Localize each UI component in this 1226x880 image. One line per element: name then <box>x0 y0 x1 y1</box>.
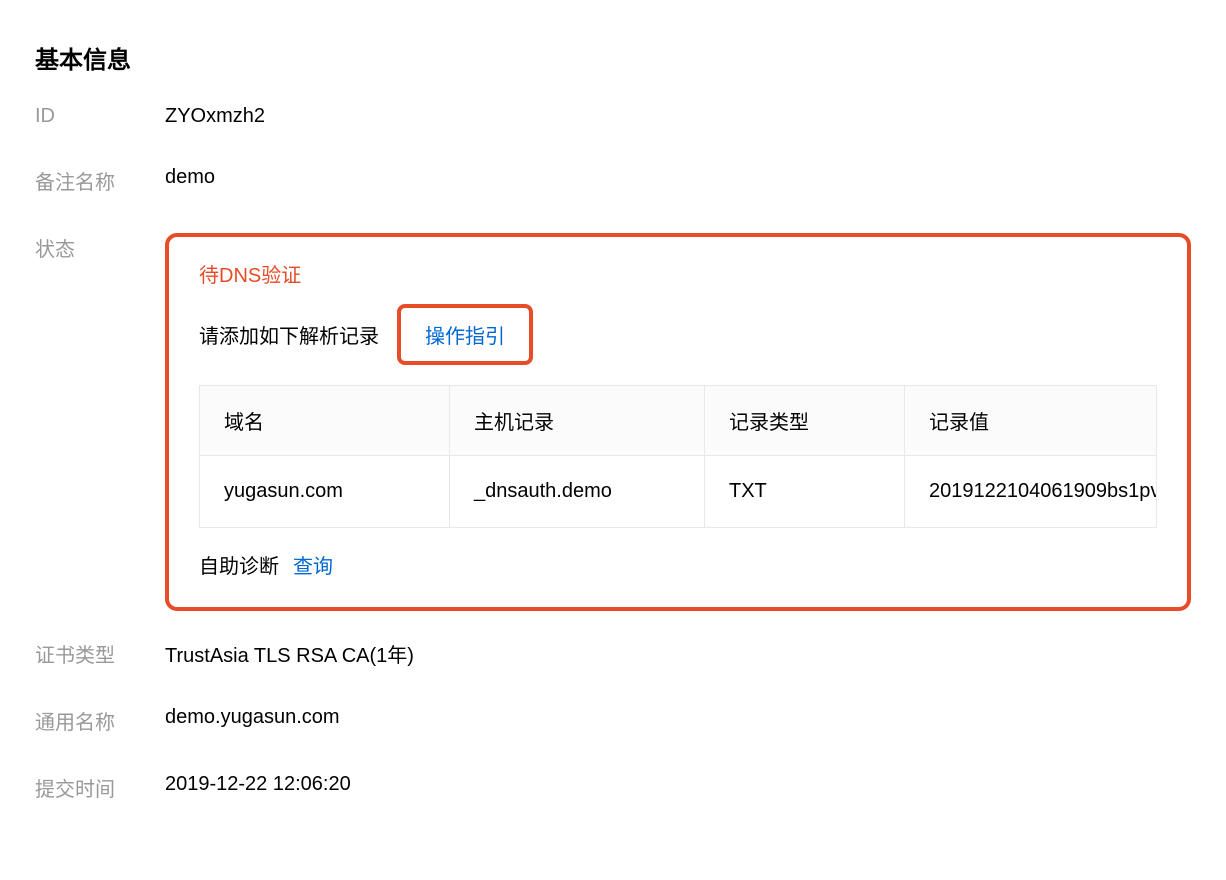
status-text: 待DNS验证 <box>199 259 1157 288</box>
th-host: 主机记录 <box>450 386 705 456</box>
info-row-status: 状态 待DNS验证 请添加如下解析记录 操作指引 域名 主机记录 记录类型 记录… <box>35 233 1191 611</box>
label-cert-type: 证书类型 <box>35 639 165 668</box>
dns-table: 域名 主机记录 记录类型 记录值 yugasun.com _dnsauth.de… <box>199 385 1157 528</box>
dns-table-header-row: 域名 主机记录 记录类型 记录值 <box>200 386 1157 456</box>
diagnose-line: 自助诊断 查询 <box>199 550 1157 579</box>
value-submit-time: 2019-12-22 12:06:20 <box>165 773 1191 796</box>
value-cert-type: TrustAsia TLS RSA CA(1年) <box>165 639 1191 668</box>
info-row-cert-type: 证书类型 TrustAsia TLS RSA CA(1年) <box>35 639 1191 668</box>
query-link[interactable]: 查询 <box>293 550 333 579</box>
value-note-name: demo <box>165 166 1191 189</box>
value-common-name: demo.yugasun.com <box>165 706 1191 729</box>
label-id: ID <box>35 105 165 128</box>
info-row-common-name: 通用名称 demo.yugasun.com <box>35 706 1191 735</box>
td-domain: yugasun.com <box>200 456 450 528</box>
instruction-text: 请添加如下解析记录 <box>199 320 379 349</box>
th-domain: 域名 <box>200 386 450 456</box>
info-row-id: ID ZYOxmzh2 <box>35 105 1191 128</box>
info-row-submit-time: 提交时间 2019-12-22 12:06:20 <box>35 773 1191 802</box>
label-common-name: 通用名称 <box>35 706 165 735</box>
td-value: 2019122104061909bs1pvbdap <box>905 456 1157 528</box>
instruction-line: 请添加如下解析记录 操作指引 <box>199 304 1157 365</box>
value-id: ZYOxmzh2 <box>165 105 1191 128</box>
label-submit-time: 提交时间 <box>35 773 165 802</box>
guide-link[interactable]: 操作指引 <box>425 326 505 348</box>
section-title: 基本信息 <box>35 40 1191 75</box>
diagnose-label: 自助诊断 <box>199 550 279 579</box>
th-type: 记录类型 <box>705 386 905 456</box>
guide-highlight-box: 操作指引 <box>397 304 533 365</box>
status-box: 待DNS验证 请添加如下解析记录 操作指引 域名 主机记录 记录类型 记录值 <box>165 233 1191 611</box>
dns-table-row: yugasun.com _dnsauth.demo TXT 2019122104… <box>200 456 1157 528</box>
info-row-note-name: 备注名称 demo <box>35 166 1191 195</box>
td-host: _dnsauth.demo <box>450 456 705 528</box>
label-note-name: 备注名称 <box>35 166 165 195</box>
th-value: 记录值 <box>905 386 1157 456</box>
info-list: ID ZYOxmzh2 备注名称 demo 状态 待DNS验证 请添加如下解析记… <box>35 105 1191 840</box>
label-status: 状态 <box>35 233 165 262</box>
td-type: TXT <box>705 456 905 528</box>
